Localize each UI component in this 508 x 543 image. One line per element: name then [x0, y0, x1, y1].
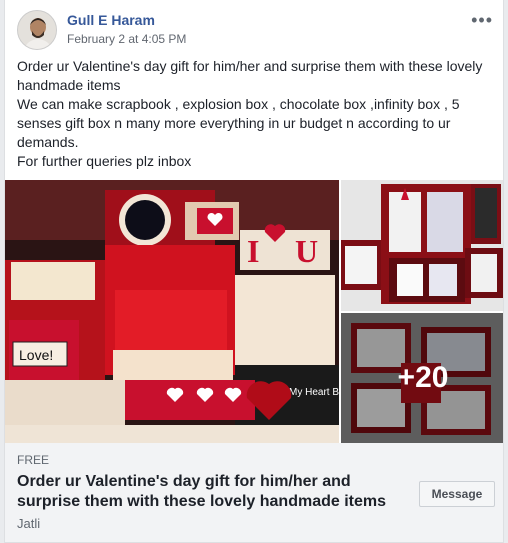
author-avatar[interactable]	[17, 10, 57, 50]
post-text-line: We can make scrapbook , explosion box , …	[17, 96, 460, 150]
explosion-box-photo: Love! I U My Heart Be	[5, 180, 339, 443]
u-letter-text: U	[295, 233, 318, 269]
open-box-photo	[341, 180, 503, 311]
gallery-photo-3[interactable]: +20	[341, 313, 503, 443]
love-tag-text: Love!	[19, 347, 53, 363]
marketplace-post-card: Gull E Haram February 2 at 4:05 PM ••• O…	[4, 0, 504, 543]
post-text-line: Order ur Valentine's day gift for him/he…	[17, 58, 483, 93]
photo-gallery: Love! I U My Heart Be	[5, 180, 503, 443]
author-name[interactable]: Gull E Haram	[67, 12, 155, 28]
post-timestamp[interactable]: February 2 at 4:05 PM	[67, 32, 186, 46]
listing-title[interactable]: Order ur Valentine's day gift for him/he…	[17, 472, 407, 512]
post-body: Order ur Valentine's day gift for him/he…	[17, 57, 495, 171]
more-options-icon[interactable]: •••	[471, 10, 493, 31]
gallery-photo-2[interactable]	[341, 180, 503, 311]
listing-location: Jatli	[17, 516, 41, 531]
listing-price: FREE	[17, 453, 50, 467]
avatar-image	[18, 11, 56, 49]
my-heart-text: My Heart Be	[289, 387, 339, 398]
marketplace-listing-info: FREE Order ur Valentine's day gift for h…	[5, 443, 503, 542]
post-header: Gull E Haram February 2 at 4:05 PM •••	[17, 10, 493, 50]
i-letter-text: I	[247, 233, 259, 269]
message-button[interactable]: Message	[419, 481, 495, 507]
more-photos-overlay[interactable]: +20	[341, 313, 503, 443]
gallery-photo-main[interactable]: Love! I U My Heart Be	[5, 180, 339, 443]
post-text-line: For further queries plz inbox	[17, 153, 192, 169]
